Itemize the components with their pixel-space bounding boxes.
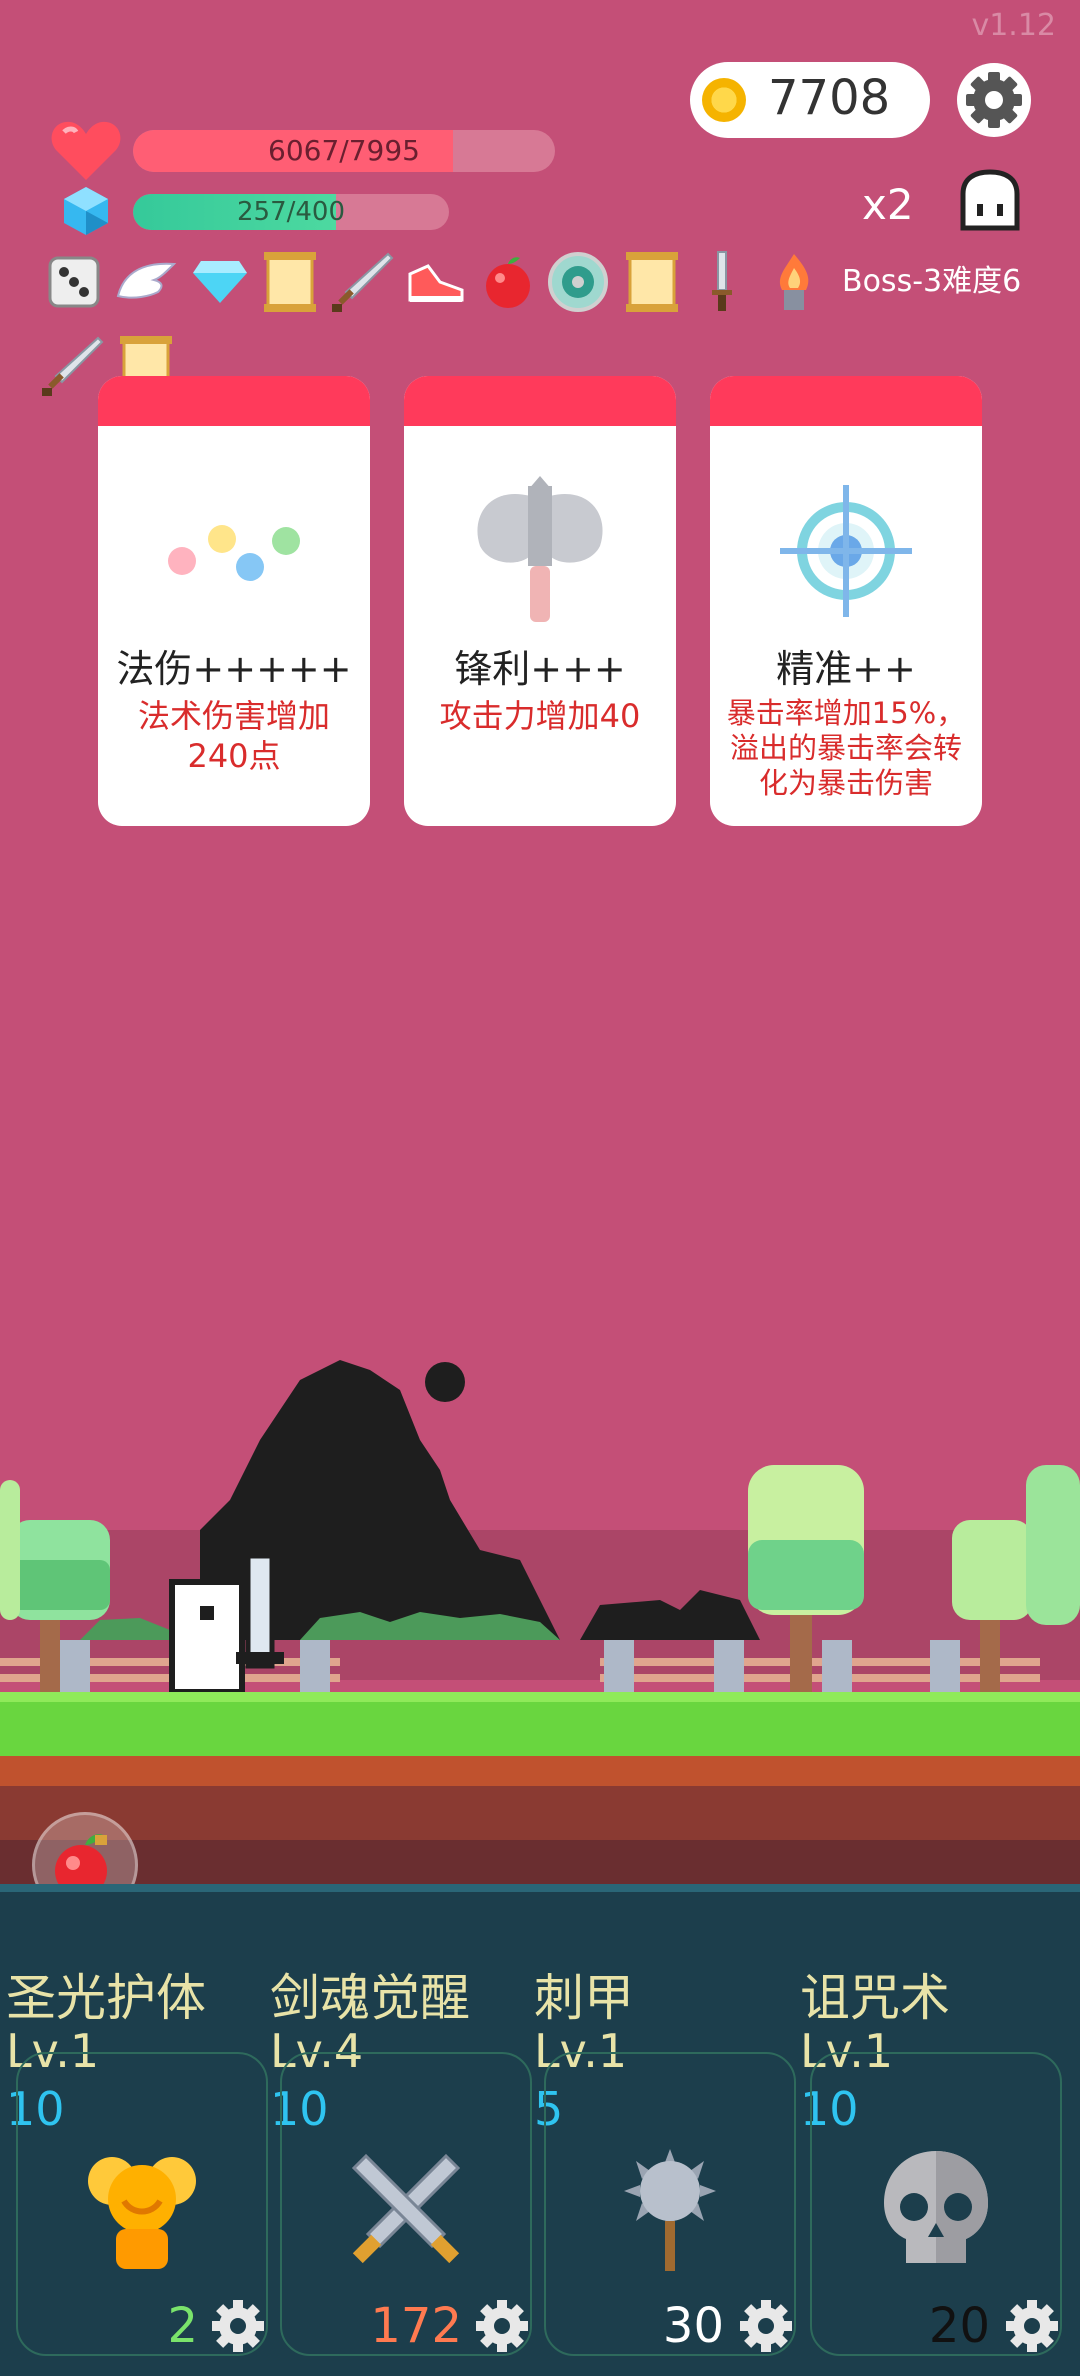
skill-name: 圣光护体 xyxy=(6,1969,206,2027)
dice-icon[interactable] xyxy=(42,250,106,314)
scroll-icon[interactable] xyxy=(620,250,684,314)
crosshair-icon xyxy=(710,466,982,636)
card-header xyxy=(98,376,370,426)
sword-icon[interactable] xyxy=(40,334,104,398)
card-header xyxy=(710,376,982,426)
card-description: 暴击率增加15%，溢出的暴击率会转化为暴击伤害 xyxy=(726,696,966,800)
shoe-icon[interactable] xyxy=(404,250,468,314)
heart-icon xyxy=(51,121,121,180)
boss-difficulty-label: Boss-3难度6 xyxy=(842,264,1022,299)
card-header xyxy=(404,376,676,426)
speed-toggle[interactable]: x2 xyxy=(862,180,914,229)
skill-upgrade-gear-icon[interactable] xyxy=(470,2294,534,2358)
skill-count: 172 xyxy=(370,2298,462,2354)
mp-text: 257/400 xyxy=(236,197,345,227)
axe-icon xyxy=(404,466,676,636)
upgrade-card-precision[interactable]: 精准++ 暴击率增加15%，溢出的暴击率会转化为暴击伤害 xyxy=(710,376,982,826)
hp-text: 6067/7995 xyxy=(268,134,420,167)
mana-gem-icon xyxy=(64,187,108,235)
coin-icon xyxy=(702,78,746,122)
skill-upgrade-gear-icon[interactable] xyxy=(1000,2294,1064,2358)
upgrade-card-magic[interactable]: 法伤+++++ 法术伤害增加240点 xyxy=(98,376,370,826)
coin-value: 7708 xyxy=(768,70,891,126)
card-description: 法术伤害增加240点 xyxy=(137,697,330,775)
version-label: v1.12 xyxy=(971,8,1056,43)
shield-icon[interactable] xyxy=(546,250,610,314)
dagger-icon[interactable] xyxy=(690,250,754,314)
apple-icon[interactable] xyxy=(476,250,540,314)
scroll-icon[interactable] xyxy=(258,250,322,314)
skill-count: 20 xyxy=(928,2298,990,2354)
skill-upgrade-gear-icon[interactable] xyxy=(206,2294,270,2358)
card-title: 锋利+++ xyxy=(454,647,626,691)
diamond-icon[interactable] xyxy=(188,250,252,314)
magic-dots-icon xyxy=(98,466,370,636)
crossed-swords-icon xyxy=(336,2140,476,2280)
card-title: 精准++ xyxy=(776,647,916,691)
skill-name: 诅咒术 xyxy=(800,1969,950,2027)
skill-panel-border xyxy=(0,1884,1080,1892)
card-description: 攻击力增加40 xyxy=(439,697,641,735)
skull-icon xyxy=(866,2140,1006,2280)
skill-count: 2 xyxy=(167,2298,198,2354)
gear-icon xyxy=(966,72,1022,128)
battle-scene xyxy=(0,1360,1080,1890)
settings-button[interactable] xyxy=(957,63,1031,137)
skill-count: 30 xyxy=(662,2298,724,2354)
skill-name: 刺甲 xyxy=(534,1969,634,2027)
golden-shield-icon xyxy=(72,2140,212,2280)
skill-name: 剑魂觉醒 xyxy=(270,1969,470,2027)
wing-icon[interactable] xyxy=(114,250,178,314)
upgrade-card-sharp[interactable]: 锋利+++ 攻击力增加40 xyxy=(404,376,676,826)
ghost-icon[interactable] xyxy=(955,168,1025,238)
flame-icon[interactable] xyxy=(762,250,826,314)
spiked-mace-icon xyxy=(600,2140,740,2280)
sword-icon[interactable] xyxy=(330,250,394,314)
skill-upgrade-gear-icon[interactable] xyxy=(734,2294,798,2358)
card-title: 法伤+++++ xyxy=(116,647,352,691)
